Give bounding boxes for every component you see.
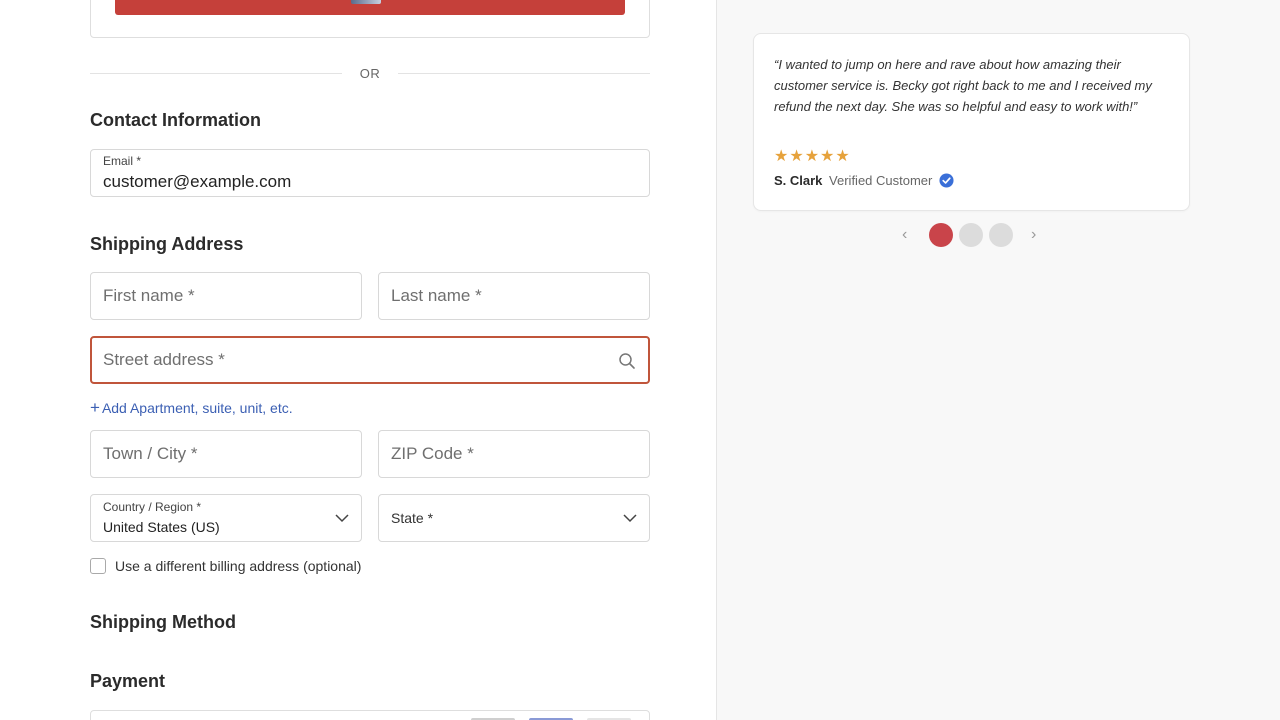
carousel-dot-2[interactable] <box>959 223 983 247</box>
zip-code-field[interactable]: ZIP Code * <box>378 430 650 478</box>
city-placeholder: Town / City * <box>103 444 198 463</box>
testimonial-card: “I wanted to jump on here and rave about… <box>753 33 1190 211</box>
chevron-down-icon <box>335 514 349 523</box>
shipping-method-title: Shipping Method <box>90 612 236 632</box>
testimonial-quote: “I wanted to jump on here and rave about… <box>774 57 1152 114</box>
street-address-placeholder: Street address * <box>103 350 225 369</box>
first-name-field[interactable]: First name * <box>90 272 362 320</box>
checkout-form-panel: OR Contact Information Email * customer@… <box>0 0 716 720</box>
chevron-down-icon <box>623 514 637 523</box>
carousel-dot-3[interactable] <box>989 223 1013 247</box>
first-name-placeholder: First name * <box>103 286 195 305</box>
payment-options-box[interactable] <box>90 710 650 720</box>
street-address-field[interactable]: Street address * <box>90 336 650 384</box>
testimonial-author: S. Clark Verified Customer <box>774 173 954 188</box>
chevron-left-icon[interactable]: ‹ <box>902 226 907 244</box>
contact-information-title: Contact Information <box>90 110 261 130</box>
last-name-field[interactable]: Last name * <box>378 272 650 320</box>
chevron-right-icon[interactable]: › <box>1031 226 1036 244</box>
search-icon[interactable] <box>618 352 636 370</box>
add-apartment-label: Add Apartment, suite, unit, etc. <box>101 400 293 416</box>
payment-title: Payment <box>90 671 166 691</box>
zip-code-placeholder: ZIP Code * <box>391 444 474 463</box>
state-placeholder: State * <box>391 510 434 526</box>
email-label: Email * <box>103 154 142 168</box>
billing-address-checkbox-label[interactable]: Use a different billing address (optiona… <box>115 558 361 574</box>
express-pay-button[interactable] <box>115 0 625 15</box>
email-value[interactable]: customer@example.com <box>103 172 291 192</box>
add-apartment-link[interactable]: + Add Apartment, suite, unit, etc. <box>90 398 293 418</box>
email-field[interactable]: Email * customer@example.com <box>90 149 650 197</box>
author-name: S. Clark <box>774 173 823 188</box>
or-divider: OR <box>90 64 650 82</box>
testimonial-carousel: ‹ › <box>900 222 1045 248</box>
last-name-placeholder: Last name * <box>391 286 482 305</box>
city-field[interactable]: Town / City * <box>90 430 362 478</box>
country-select[interactable]: Country / Region * United States (US) <box>90 494 362 542</box>
star-rating: ★★★★★ <box>774 148 851 165</box>
plus-icon: + <box>90 398 100 417</box>
country-label: Country / Region * <box>103 500 202 514</box>
verified-check-icon <box>939 173 954 188</box>
country-value: United States (US) <box>103 519 220 535</box>
verified-customer-label: Verified Customer <box>829 173 933 188</box>
divider-line-right <box>398 73 650 74</box>
carousel-dot-1[interactable] <box>929 223 953 247</box>
shipping-address-title: Shipping Address <box>90 234 244 254</box>
card-icon <box>351 0 381 4</box>
billing-address-checkbox[interactable] <box>90 558 106 574</box>
state-select[interactable]: State * <box>378 494 650 542</box>
